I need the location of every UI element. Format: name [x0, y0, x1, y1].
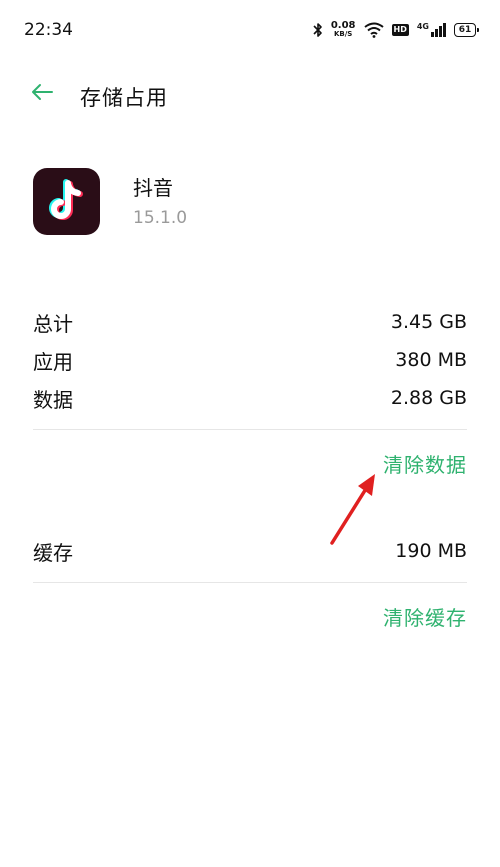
clear-cache-button[interactable]: 清除缓存: [383, 602, 467, 631]
network-speed-unit: KB/S: [333, 30, 353, 38]
storage-row-label: 缓存: [33, 540, 73, 565]
clear-data-button[interactable]: 清除数据: [383, 449, 467, 478]
app-name: 抖音: [133, 176, 173, 200]
page-title: 存储占用: [80, 86, 168, 110]
storage-row-value: 190 MB: [395, 540, 467, 562]
storage-row-value: 3.45 GB: [390, 311, 467, 333]
divider: [33, 429, 467, 430]
storage-row-label: 数据: [33, 387, 73, 412]
status-time: 22:34: [24, 20, 73, 40]
network-speed: 0.08 KB/S: [331, 21, 356, 39]
back-button[interactable]: [28, 80, 56, 108]
signal-bar: [431, 32, 434, 37]
bluetooth-icon: [313, 22, 323, 38]
signal-bar: [439, 26, 442, 37]
wifi-icon: [363, 22, 384, 38]
storage-row-app: 应用 380 MB: [33, 345, 467, 375]
storage-row-value: 380 MB: [395, 349, 467, 371]
app-version: 15.1.0: [133, 208, 188, 228]
signal-bar: [435, 29, 438, 37]
page-header: 存储占用: [0, 74, 500, 114]
storage-row-data: 数据 2.88 GB: [33, 383, 467, 413]
arrow-left-icon: [30, 82, 54, 106]
battery-level: 61: [458, 25, 472, 35]
network-type-label: 4G: [416, 22, 429, 31]
storage-row-label: 总计: [33, 311, 73, 336]
status-icons: 0.08 KB/S HD 4G 61: [313, 18, 479, 42]
storage-row-value: 2.88 GB: [390, 387, 467, 409]
divider: [33, 582, 467, 583]
signal-bar: [443, 23, 446, 37]
battery-icon: 61: [454, 23, 479, 37]
network-speed-value: 0.08: [330, 20, 356, 31]
tiktok-logo-icon: [33, 168, 100, 235]
cellular-signal-icon: 4G: [417, 23, 446, 37]
storage-row-total: 总计 3.45 GB: [33, 307, 467, 337]
storage-row-cache: 缓存 190 MB: [33, 536, 467, 566]
storage-row-label: 应用: [33, 349, 73, 374]
hd-badge: HD: [391, 24, 409, 36]
status-bar: 22:34 0.08 KB/S HD 4G 61: [0, 0, 500, 60]
